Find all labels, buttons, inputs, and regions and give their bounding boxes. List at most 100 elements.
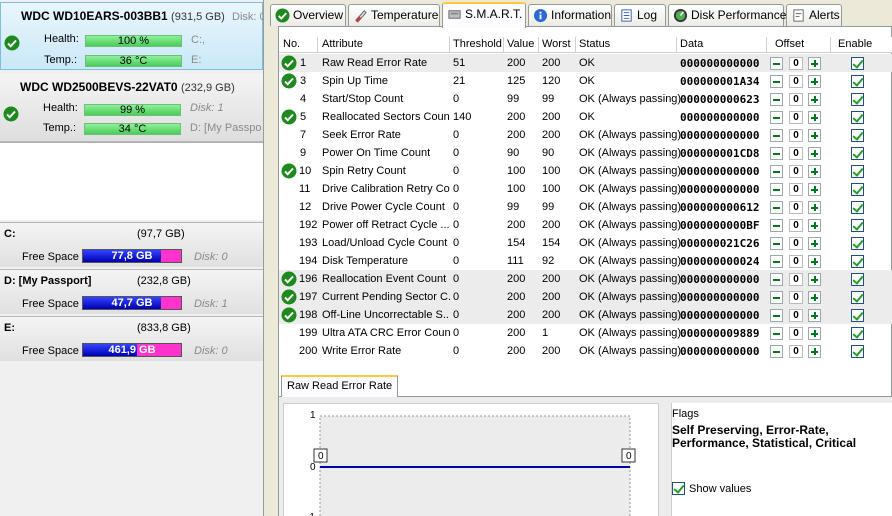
offset-value[interactable]: 0 xyxy=(789,345,803,358)
tab-smart[interactable]: S.M.A.R.T. xyxy=(442,2,526,28)
offset-decrease-button[interactable] xyxy=(770,237,783,250)
offset-decrease-button[interactable] xyxy=(770,57,783,70)
offset-increase-button[interactable] xyxy=(808,183,821,196)
header-status[interactable]: Status xyxy=(579,38,610,50)
offset-value[interactable]: 0 xyxy=(789,57,803,70)
offset-value[interactable]: 0 xyxy=(789,309,803,322)
enable-checkbox[interactable] xyxy=(851,129,864,142)
header-attribute[interactable]: Attribute xyxy=(322,38,363,50)
offset-decrease-button[interactable] xyxy=(770,111,783,124)
offset-decrease-button[interactable] xyxy=(770,201,783,214)
offset-increase-button[interactable] xyxy=(808,111,821,124)
header-threshold[interactable]: Threshold xyxy=(453,38,502,50)
offset-decrease-button[interactable] xyxy=(770,147,783,160)
table-row[interactable]: 197 Current Pending Sector C... 0 200 200 OK … xyxy=(279,288,892,306)
offset-value[interactable]: 0 xyxy=(789,219,803,232)
offset-decrease-button[interactable] xyxy=(770,273,783,286)
offset-value[interactable]: 0 xyxy=(789,255,803,268)
table-row[interactable]: 200 Write Error Rate 0 200 200 OK (Always pas… xyxy=(279,342,892,360)
enable-checkbox[interactable] xyxy=(851,147,864,160)
offset-value[interactable]: 0 xyxy=(789,273,803,286)
header-no[interactable]: No. xyxy=(283,38,300,50)
offset-value[interactable]: 0 xyxy=(789,327,803,340)
enable-checkbox[interactable] xyxy=(851,93,864,106)
offset-decrease-button[interactable] xyxy=(770,75,783,88)
offset-decrease-button[interactable] xyxy=(770,93,783,106)
offset-value[interactable]: 0 xyxy=(789,201,803,214)
table-row[interactable]: 7 Seek Error Rate 0 200 200 OK (Always passin… xyxy=(279,126,892,144)
offset-value[interactable]: 0 xyxy=(789,147,803,160)
table-row[interactable]: 196 Reallocation Event Count 0 200 200 OK (Al… xyxy=(279,270,892,288)
offset-increase-button[interactable] xyxy=(808,255,821,268)
table-row[interactable]: 199 Ultra ATA CRC Error Count 0 200 1 OK (Alw… xyxy=(279,324,892,342)
offset-value[interactable]: 0 xyxy=(789,75,803,88)
table-row[interactable]: 1 Raw Read Error Rate 51 200 200 OK 0000000000… xyxy=(279,54,892,72)
offset-increase-button[interactable] xyxy=(808,57,821,70)
tab-overview[interactable]: Overview xyxy=(270,4,346,26)
volume-card-e[interactable]: E: (833,8 GB) Free Space 461,9 GB Disk: … xyxy=(0,316,263,361)
offset-decrease-button[interactable] xyxy=(770,327,783,340)
offset-value[interactable]: 0 xyxy=(789,165,803,178)
table-row[interactable]: 10 Spin Retry Count 0 100 100 OK (Always pass… xyxy=(279,162,892,180)
tab-log[interactable]: Log xyxy=(614,4,666,26)
table-row[interactable]: 192 Power off Retract Cycle ... 0 200 200 OK … xyxy=(279,216,892,234)
header-value[interactable]: Value xyxy=(507,38,534,50)
tab-temperature[interactable]: Temperature xyxy=(348,4,440,26)
offset-value[interactable]: 0 xyxy=(789,93,803,106)
volume-card-d[interactable]: D: [My Passport] (232,8 GB) Free Space 4… xyxy=(0,269,263,314)
enable-checkbox[interactable] xyxy=(851,201,864,214)
table-row[interactable]: 11 Drive Calibration Retry Co... 0 100 100 OK… xyxy=(279,180,892,198)
offset-value[interactable]: 0 xyxy=(789,183,803,196)
enable-checkbox[interactable] xyxy=(851,309,864,322)
offset-increase-button[interactable] xyxy=(808,75,821,88)
offset-decrease-button[interactable] xyxy=(770,255,783,268)
enable-checkbox[interactable] xyxy=(851,165,864,178)
offset-value[interactable]: 0 xyxy=(789,237,803,250)
offset-increase-button[interactable] xyxy=(808,129,821,142)
offset-increase-button[interactable] xyxy=(808,147,821,160)
header-worst[interactable]: Worst xyxy=(542,38,571,50)
enable-checkbox[interactable] xyxy=(851,75,864,88)
table-row[interactable]: 12 Drive Power Cycle Count 0 99 99 OK (Always… xyxy=(279,198,892,216)
enable-checkbox[interactable] xyxy=(851,273,864,286)
enable-checkbox[interactable] xyxy=(851,345,864,358)
offset-value[interactable]: 0 xyxy=(789,111,803,124)
table-row[interactable]: 9 Power On Time Count 0 90 90 OK (Always pass… xyxy=(279,144,892,162)
tab-disk-performance[interactable]: Disk Performance xyxy=(668,4,786,26)
offset-decrease-button[interactable] xyxy=(770,165,783,178)
table-row[interactable]: 198 Off-Line Uncorrectable S... 0 200 200 OK … xyxy=(279,306,892,324)
offset-decrease-button[interactable] xyxy=(770,183,783,196)
offset-value[interactable]: 0 xyxy=(789,129,803,142)
graph-tab[interactable]: Raw Read Error Rate xyxy=(281,375,399,397)
show-values-label[interactable]: Show values xyxy=(689,483,751,495)
offset-decrease-button[interactable] xyxy=(770,219,783,232)
offset-increase-button[interactable] xyxy=(808,237,821,250)
enable-checkbox[interactable] xyxy=(851,57,864,70)
offset-increase-button[interactable] xyxy=(808,273,821,286)
offset-increase-button[interactable] xyxy=(808,327,821,340)
disk-card-0[interactable]: WDC WD10EARS-003BB1 (931,5 GB) Health: 1… xyxy=(0,2,264,70)
offset-decrease-button[interactable] xyxy=(770,345,783,358)
header-enable[interactable]: Enable xyxy=(838,38,872,50)
enable-checkbox[interactable] xyxy=(851,255,864,268)
offset-decrease-button[interactable] xyxy=(770,129,783,142)
header-offset[interactable]: Offset xyxy=(775,38,804,50)
disk-card-1[interactable]: WDC WD2500BEVS-22VAT0 (232,9 GB) Health:… xyxy=(0,74,263,142)
enable-checkbox[interactable] xyxy=(851,219,864,232)
offset-increase-button[interactable] xyxy=(808,93,821,106)
show-values-checkbox[interactable] xyxy=(672,482,685,495)
header-data[interactable]: Data xyxy=(680,38,703,50)
tab-information[interactable]: Information xyxy=(528,4,612,26)
offset-decrease-button[interactable] xyxy=(770,309,783,322)
enable-checkbox[interactable] xyxy=(851,183,864,196)
offset-increase-button[interactable] xyxy=(808,345,821,358)
offset-increase-button[interactable] xyxy=(808,309,821,322)
enable-checkbox[interactable] xyxy=(851,291,864,304)
offset-increase-button[interactable] xyxy=(808,165,821,178)
table-row[interactable]: 3 Spin Up Time 21 125 120 OK 000000001A34 0 xyxy=(279,72,892,90)
tab-alerts[interactable]: Alerts xyxy=(786,4,842,26)
table-row[interactable]: 193 Load/Unload Cycle Count 0 154 154 OK (Alw… xyxy=(279,234,892,252)
offset-increase-button[interactable] xyxy=(808,201,821,214)
table-row[interactable]: 4 Start/Stop Count 0 99 99 OK (Always passing… xyxy=(279,90,892,108)
offset-increase-button[interactable] xyxy=(808,219,821,232)
